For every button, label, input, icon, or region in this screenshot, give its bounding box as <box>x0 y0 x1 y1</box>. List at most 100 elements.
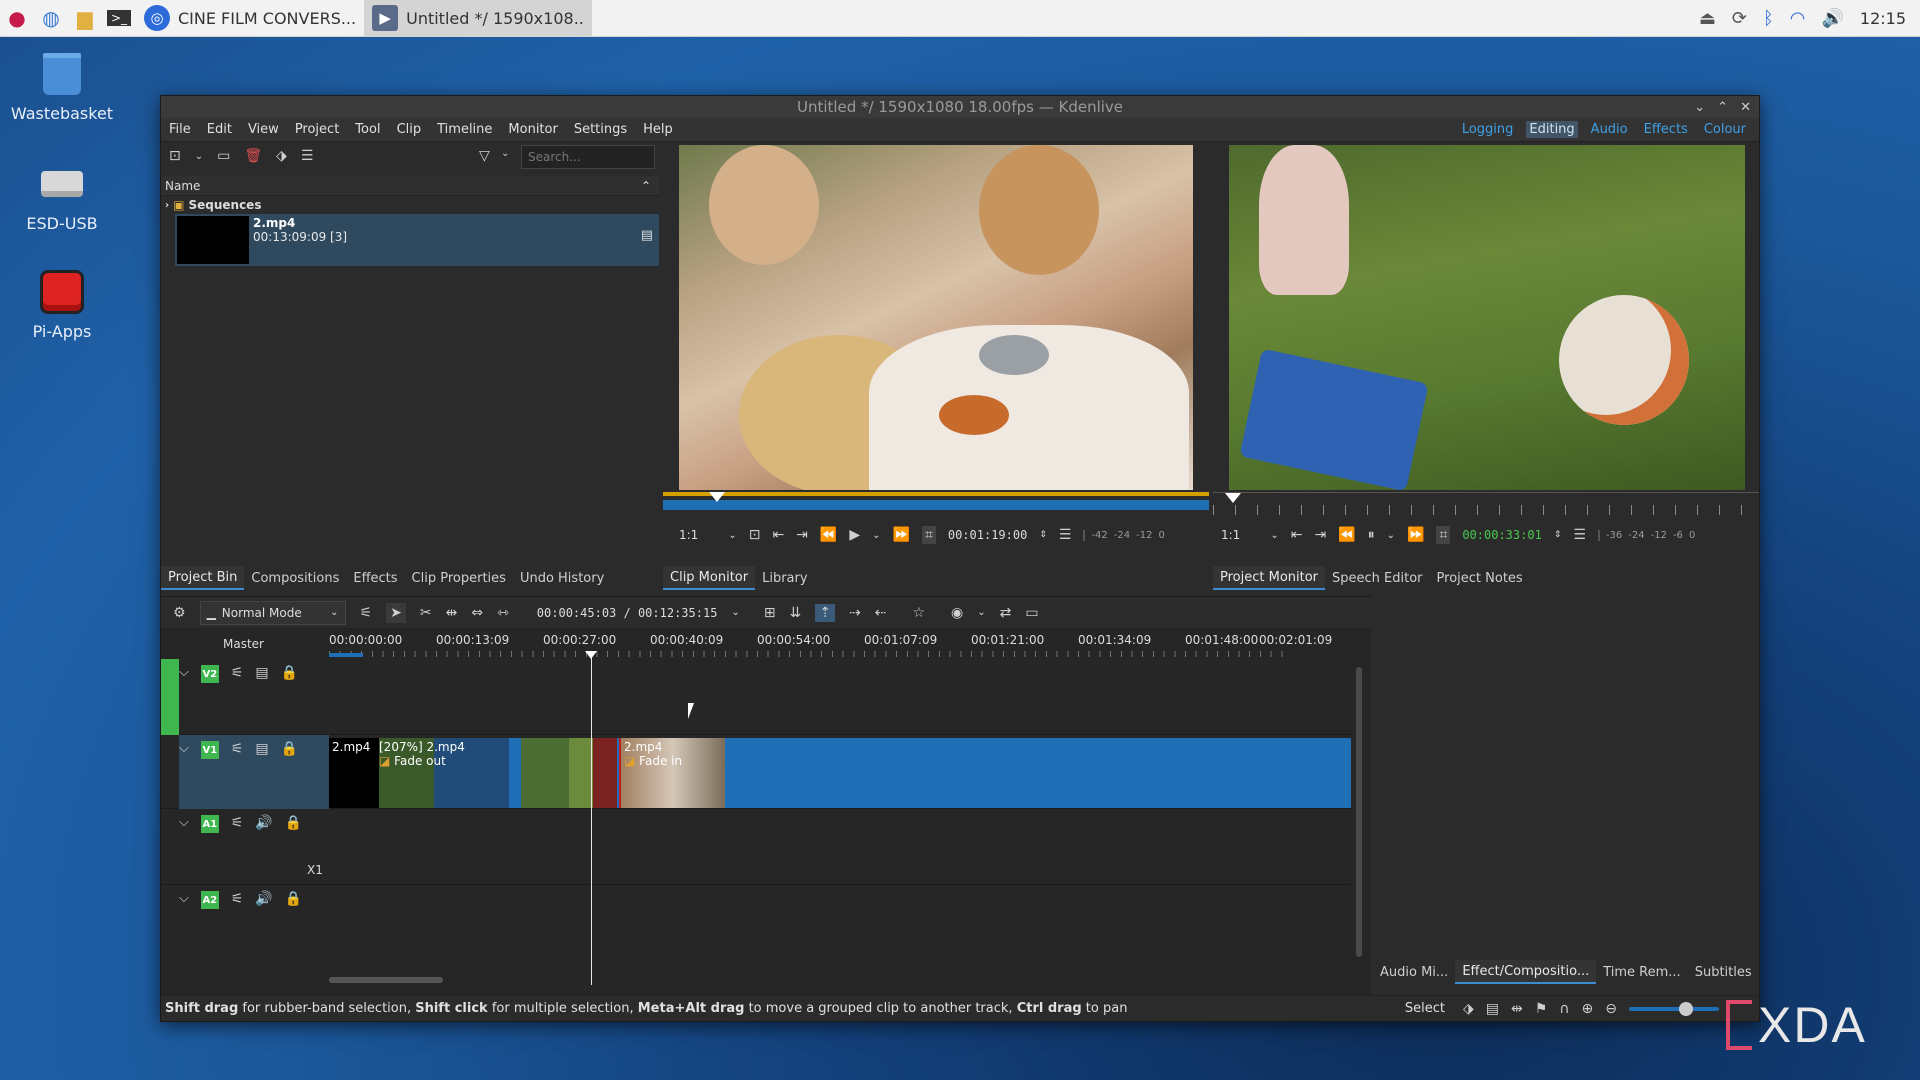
desktop-icon-esd-usb[interactable]: ESD-USB <box>8 160 116 233</box>
tab-audio-mixer[interactable]: Audio Mi... <box>1373 960 1455 984</box>
playhead-marker-icon[interactable] <box>1225 493 1241 503</box>
menu-settings[interactable]: Settings <box>566 122 635 137</box>
tab-project-notes[interactable]: Project Notes <box>1430 566 1530 590</box>
set-in-icon[interactable]: ⇤ <box>772 527 784 543</box>
desktop-icon-wastebasket[interactable]: Wastebasket <box>8 50 116 123</box>
spacer-tool-icon[interactable]: ⇹ <box>446 605 458 621</box>
overwrite-icon[interactable]: ⇊ <box>790 605 802 621</box>
hide-track-icon[interactable]: ▤ <box>255 741 268 757</box>
browser-icon[interactable]: ◍ <box>34 0 68 37</box>
effect-wand-icon[interactable]: ⚟ <box>231 891 244 907</box>
bin-search-input[interactable] <box>521 145 655 169</box>
tag-icon[interactable]: ⬗ <box>276 148 287 164</box>
zoom-out-icon[interactable]: ⊖ <box>1605 1001 1617 1017</box>
chevron-right-icon[interactable]: › <box>165 200 169 211</box>
tab-project-bin[interactable]: Project Bin <box>161 566 245 590</box>
chevron-down-icon[interactable]: ⌄ <box>1270 530 1278 541</box>
thumbnail-icon[interactable]: ▤ <box>1486 1001 1499 1017</box>
menu-view[interactable]: View <box>240 122 287 137</box>
task-kdenlive[interactable]: ▶ Untitled */ 1590x108.. <box>364 0 592 37</box>
close-icon[interactable]: ✕ <box>1740 100 1751 115</box>
tab-clip-monitor[interactable]: Clip Monitor <box>663 566 756 590</box>
timeline-clip-3[interactable]: 2.mp4 ◪ Fade in <box>619 738 725 808</box>
chevron-down-icon[interactable]: ⌄ <box>872 530 880 541</box>
lock-icon[interactable]: 🔒 <box>285 891 302 907</box>
spin-icon[interactable]: ⇕ <box>1554 530 1562 540</box>
project-monitor-ruler[interactable] <box>1213 492 1759 515</box>
raspberry-menu-icon[interactable]: ● <box>0 0 34 37</box>
project-monitor-video[interactable] <box>1229 145 1745 490</box>
chevron-down-icon[interactable]: ⌄ <box>977 607 985 618</box>
layout-editing[interactable]: Editing <box>1526 121 1578 138</box>
crop-icon[interactable]: ⌗ <box>921 526 936 544</box>
tab-project-monitor[interactable]: Project Monitor <box>1213 566 1326 590</box>
timeline-clip-2[interactable] <box>521 738 617 808</box>
tab-effect-composition[interactable]: Effect/Compositio... <box>1455 960 1597 984</box>
set-out-icon[interactable]: ⇥ <box>1314 527 1326 543</box>
hamburger-menu-icon[interactable]: ☰ <box>301 148 314 164</box>
split-icon[interactable]: ⇠ <box>875 605 887 621</box>
extract-icon[interactable]: ⇢ <box>849 605 861 621</box>
track-settings-icon[interactable]: ⚙ <box>173 605 186 621</box>
timeline-ruler[interactable]: 00:00:00:00 00:00:13:09 00:00:27:00 00:0… <box>329 631 1332 657</box>
effect-wand-icon[interactable]: ⚟ <box>231 815 244 831</box>
menu-help[interactable]: Help <box>635 122 681 137</box>
desktop-icon-pi-apps[interactable]: Pi-Apps <box>8 268 116 341</box>
snap-magnet-icon[interactable]: ∩ <box>1559 1001 1569 1017</box>
layout-effects[interactable]: Effects <box>1641 121 1691 138</box>
layout-colour[interactable]: Colour <box>1701 121 1749 138</box>
chevron-down-icon[interactable]: ⌄ <box>1387 530 1395 541</box>
wifi-icon[interactable]: ◠ <box>1790 8 1806 29</box>
track-tag[interactable]: V2 <box>200 665 219 683</box>
playhead-marker-icon[interactable] <box>709 492 725 502</box>
sort-up-icon[interactable]: ⌃ <box>641 179 659 193</box>
update-icon[interactable]: ⟳ <box>1732 8 1747 29</box>
pause-icon[interactable]: ⏸ <box>1368 527 1375 543</box>
add-clip-icon[interactable]: ⊡ <box>169 148 181 164</box>
track-tag[interactable]: A1 <box>200 815 219 833</box>
clip-monitor-video[interactable] <box>679 145 1193 490</box>
tab-clip-properties[interactable]: Clip Properties <box>405 566 513 590</box>
zoom-slider-handle[interactable] <box>1679 1001 1693 1016</box>
clip-timecode[interactable]: 00:01:19:00 <box>948 528 1027 542</box>
menu-project[interactable]: Project <box>287 122 347 137</box>
crop-icon[interactable]: ⌗ <box>1436 526 1451 544</box>
collapse-chevron-icon[interactable]: ⌵ <box>179 665 189 680</box>
hamburger-menu-icon[interactable]: ☰ <box>1573 527 1586 543</box>
filter-icon[interactable]: ▽ <box>479 148 490 164</box>
magic-wand-icon[interactable]: ⚟ <box>360 605 373 621</box>
menu-timeline[interactable]: Timeline <box>429 122 500 137</box>
razor-tool-icon[interactable]: ✂ <box>420 605 432 621</box>
bluetooth-icon[interactable]: ᛒ <box>1763 8 1774 29</box>
clip-monitor-ruler[interactable] <box>663 492 1209 514</box>
set-out-icon[interactable]: ⇥ <box>796 527 808 543</box>
favorite-star-icon[interactable]: ☆ <box>912 605 925 621</box>
bin-column-header[interactable]: Name ⌃ <box>161 176 659 196</box>
menu-file[interactable]: File <box>161 122 199 137</box>
tag-icon[interactable]: ⬗ <box>1463 1001 1474 1017</box>
hamburger-menu-icon[interactable]: ☰ <box>1059 527 1072 543</box>
waveform-icon[interactable]: ⇹ <box>1511 1001 1523 1017</box>
timeline-clip-1[interactable]: 2.mp4 [207%] 2.mp4 ◪ Fade out <box>329 738 509 808</box>
chevron-down-icon[interactable]: ⌄ <box>731 607 739 618</box>
fast-forward-icon[interactable]: ⏩ <box>1407 527 1424 543</box>
lock-icon[interactable]: 🔒 <box>281 741 298 757</box>
ripple-tool-icon[interactable]: ⇔ <box>471 605 483 621</box>
clip-zoom-value[interactable]: 1:1 <box>679 528 698 542</box>
delete-icon[interactable]: 🗑 <box>244 148 262 164</box>
edit-mode-select[interactable]: ▁ Normal Mode ⌄ <box>199 600 346 625</box>
mute-icon[interactable]: 🔊 <box>255 891 272 907</box>
collapse-chevron-icon[interactable]: ⌵ <box>179 741 189 756</box>
tab-compositions[interactable]: Compositions <box>244 566 346 590</box>
bin-folder-sequences[interactable]: › ▣ Sequences <box>165 198 261 212</box>
layout-logging[interactable]: Logging <box>1459 121 1517 138</box>
file-manager-icon[interactable]: ▆ <box>68 0 102 37</box>
mixer-icon[interactable]: ⇄ <box>1000 605 1012 621</box>
lock-icon[interactable]: 🔒 <box>281 665 298 681</box>
mute-icon[interactable]: 🔊 <box>255 815 272 831</box>
hide-track-icon[interactable]: ▤ <box>255 665 268 681</box>
timeline-vertical-scrollbar[interactable] <box>1356 667 1362 957</box>
project-zoom-value[interactable]: 1:1 <box>1221 528 1240 542</box>
tab-time-remap[interactable]: Time Rem... <box>1596 960 1687 984</box>
spin-icon[interactable]: ⇕ <box>1039 530 1047 540</box>
